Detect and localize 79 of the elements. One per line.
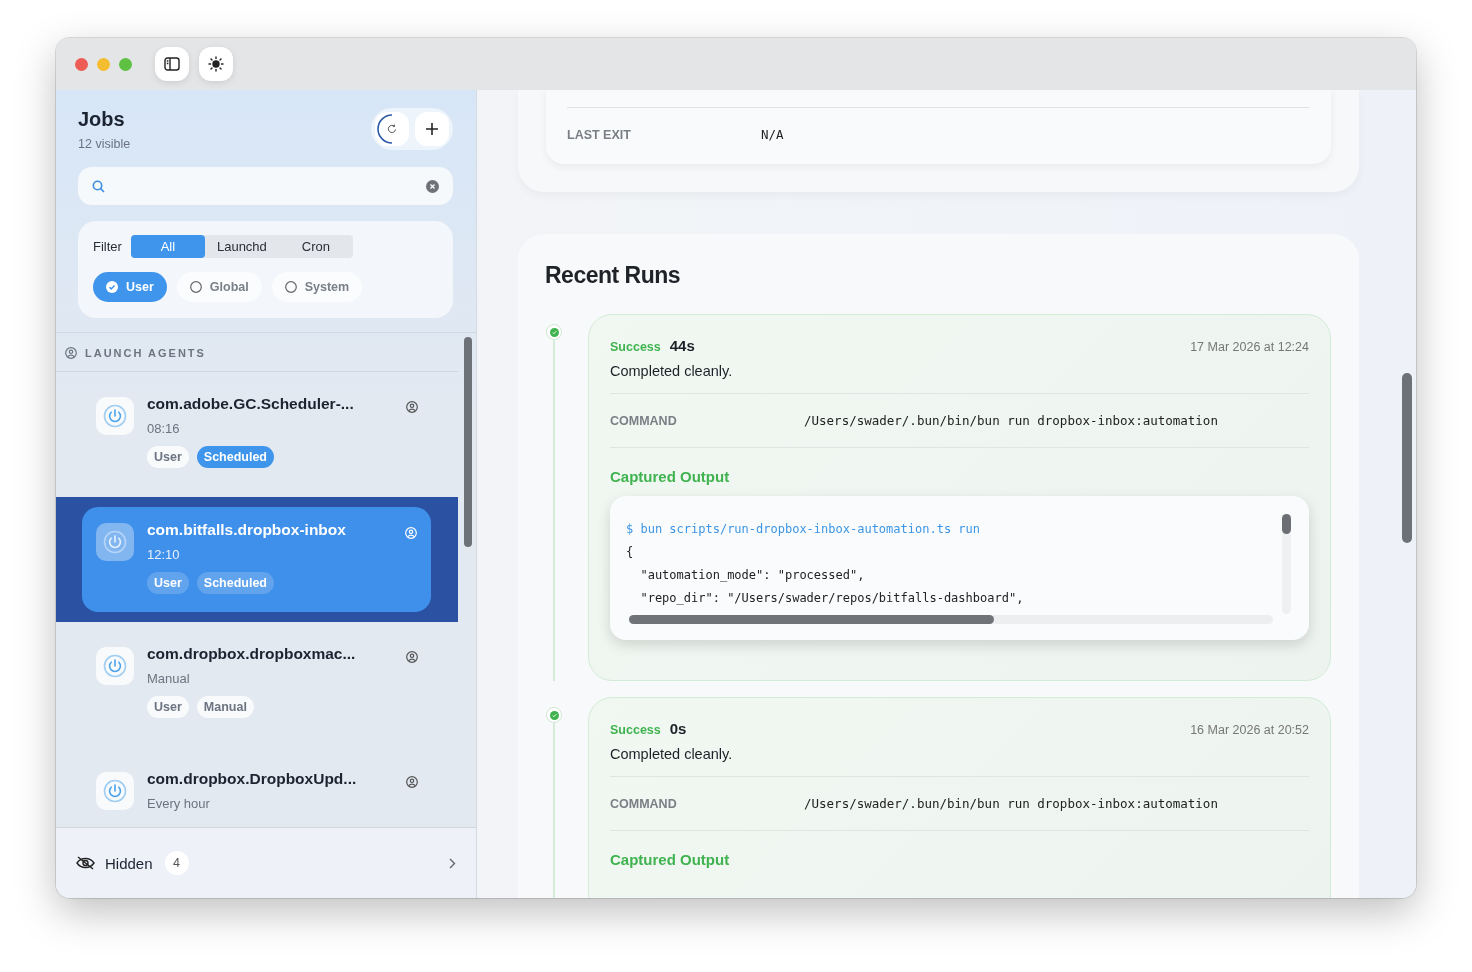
job-row[interactable]: com.dropbox.DropboxUpd... Every hour [56,747,458,827]
detail-label: LAST EXIT [567,127,632,142]
output-line: { [626,544,634,561]
command-label: COMMAND [610,796,678,811]
power-icon [103,654,127,678]
person-icon [406,776,418,788]
hidden-count: 4 [164,851,189,875]
person-icon [405,527,417,539]
run-status: Success [610,340,661,354]
job-tag: User [147,572,189,594]
refresh-button[interactable] [375,112,409,146]
job-schedule: 08:16 [147,421,181,436]
run-duration: 0s [669,720,687,737]
power-icon [103,530,127,554]
filter-label: Filter [93,239,122,254]
radio-icon [189,281,202,293]
scrollbar-thumb[interactable] [1402,373,1412,543]
sidebar-icon [164,57,180,71]
plus-icon [425,122,439,136]
job-schedule: Manual [147,671,191,686]
chevron-right-icon[interactable] [449,857,456,869]
output-label: Captured Output [610,468,731,485]
sidebar-toggle-button[interactable] [155,47,189,81]
job-schedule: 12:10 [147,547,181,562]
scope-chip[interactable]: Global [176,272,262,302]
run-time: 16 Mar 2026 at 20:52 [1190,723,1309,737]
radio-icon [284,281,297,293]
job-tag: Scheduled [196,572,274,594]
job-tag: User [147,696,189,718]
scrollbar-thumb[interactable] [1282,514,1291,534]
job-name: com.dropbox.dropboxmac... [147,645,357,663]
run-message: Completed cleanly. [610,746,734,762]
progress-ring [377,114,393,144]
job-name: com.dropbox.DropboxUpd... [147,770,358,788]
person-icon [406,401,418,413]
search-icon [92,179,105,193]
scrollbar-thumb[interactable] [629,615,994,624]
output-label: Captured Output [610,851,731,868]
person-icon [65,347,77,359]
hidden-label[interactable]: Hidden [105,854,153,872]
run-status: Success [610,723,661,737]
scrollbar-thumb[interactable] [464,337,472,547]
job-row[interactable]: com.adobe.GC.Scheduler-... 08:16 User Scheduled [56,372,458,497]
theme-toggle-button[interactable] [199,47,233,81]
add-button[interactable] [415,112,449,146]
check-icon [106,281,118,293]
person-icon [406,651,418,663]
job-tag: User [147,446,189,468]
output-line: "repo_dir": "/Users/swader/repos/bitfalls-dashboard", [639,590,1024,607]
command-label: COMMAND [610,413,678,428]
filter-segment[interactable]: Cron [278,235,353,258]
run-duration: 44s [669,337,695,354]
run-time: 17 Mar 2026 at 12:24 [1190,340,1309,354]
job-name: com.bitfalls.dropbox-inbox [147,521,347,539]
command-value: /Users/swader/.bun/bin/bun run dropbox-inbox:automation [804,413,1218,428]
power-icon [103,404,127,428]
job-name: com.adobe.GC.Scheduler-... [147,395,355,413]
job-schedule: Every hour [147,796,211,811]
scope-chip[interactable]: System [271,272,363,302]
visible-count: 12 visible [78,137,131,151]
job-row[interactable]: com.dropbox.dropboxmac... Manual User Manual [56,622,458,747]
sidebar-title: Jobs [78,108,126,131]
power-icon [103,779,127,803]
job-tag: Scheduled [196,446,274,468]
search-field[interactable] [78,167,453,205]
run-message: Completed cleanly. [610,363,734,379]
job-tag: Manual [196,696,254,718]
clear-icon[interactable] [426,179,439,193]
sun-icon [208,56,224,72]
detail-value: N/A [761,127,784,142]
hidden-eye-icon [76,856,95,870]
refresh-icon [387,124,397,134]
close-button[interactable] [75,57,88,71]
section-header: LAUNCH AGENTS [85,347,206,359]
command-value: /Users/swader/.bun/bin/bun run dropbox-inbox:automation [804,796,1218,811]
section-title: Recent Runs [545,262,682,289]
output-line: $ bun scripts/run-dropbox-inbox-automation.ts run [626,521,980,538]
filter-segment[interactable]: Launchd [204,235,279,258]
output-line: "automation_mode": "processed", [639,567,865,584]
